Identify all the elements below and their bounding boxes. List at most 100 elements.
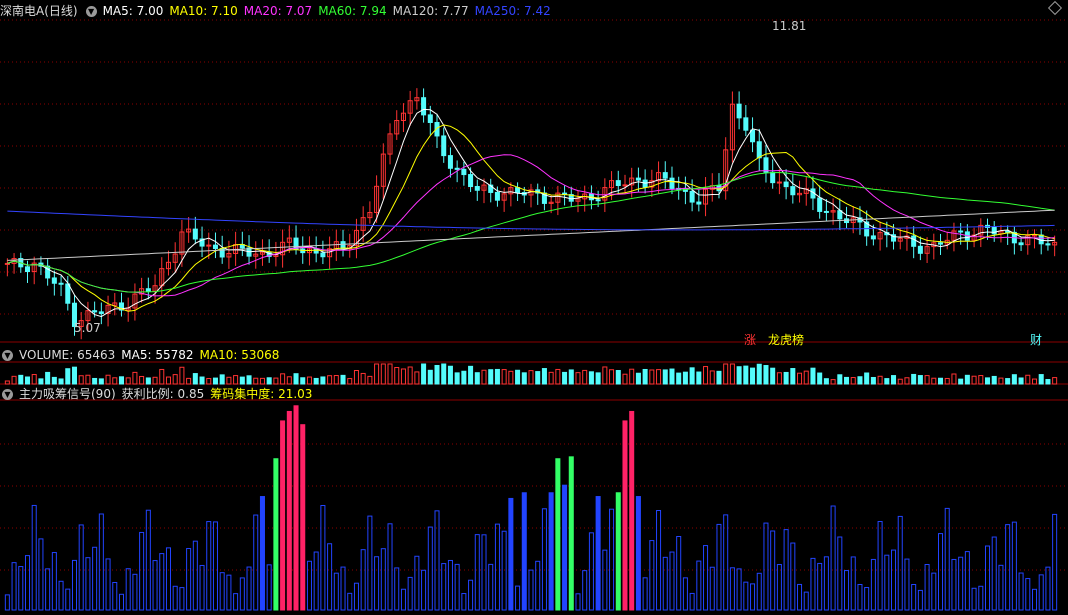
volume-bar [1052,377,1058,385]
volume-bar [333,375,339,385]
indicator-toggle-icon[interactable]: ▼ [2,389,13,400]
volume-bar [629,368,635,385]
volume-bar [468,365,474,385]
settings-toggle-icon[interactable]: ▼ [85,6,97,17]
candle-down [58,282,64,285]
volume-bar [562,371,568,385]
chart-canvas[interactable] [0,0,1068,615]
signal-bar [112,582,118,611]
volume-bar [139,375,145,385]
candle-down [65,283,71,304]
signal-bar [931,572,937,611]
indicator-title[interactable]: 主力吸筹信号(90) [19,387,116,401]
volume-bar [810,367,816,385]
volume-bar [253,377,259,385]
volume-bar [206,378,212,385]
signal-bar [729,567,735,611]
volume-bar [904,377,910,385]
volume-bar [635,372,641,385]
candle-down [212,244,218,249]
signal-bar [676,536,682,611]
signal-bar [71,559,78,611]
vol-ma10-label: MA10: 53068 [199,348,280,362]
volume-bar [11,375,17,385]
signal-bar [347,592,353,611]
volume-bar [145,377,151,385]
signal-bar-green [615,492,621,611]
candle-up [4,262,10,265]
volume-bar [696,371,702,385]
profit-ratio-label: 获利比例: 0.85 [121,387,205,401]
volume-bar [736,366,742,385]
signal-bar [266,564,272,611]
indicator-bars[interactable] [4,405,1058,611]
signal-bar [474,534,480,611]
volume-bars[interactable] [4,363,1058,385]
limit-up-tag[interactable]: 涨 [744,331,756,348]
signal-bar [152,560,158,611]
volume-bar [118,376,124,385]
stock-title[interactable]: 深南电A(日线) [0,4,78,18]
signal-bar [642,577,648,611]
volume-bar [944,377,950,385]
volume-bar [306,376,312,385]
volume-bar [891,375,897,385]
volume-bar [360,372,366,385]
signal-bar [944,507,950,611]
volume-bar [756,363,762,385]
volume-bar [367,375,373,385]
candle-down [750,129,756,143]
signal-bar [938,533,944,611]
signal-bar [488,563,494,611]
signal-bar [1011,521,1017,611]
signal-bar [588,532,594,611]
signal-bar [327,543,333,611]
volume-toggle-icon[interactable]: ▼ [2,350,13,361]
candle-down [615,180,621,186]
volume-bar [65,368,71,385]
dragon-tiger-tag[interactable]: 龙虎榜 [768,331,804,348]
signal-bar [649,540,655,611]
volume-bar [844,376,850,385]
signal-bar [199,564,205,611]
signal-bar [1052,513,1058,611]
candlestick-series[interactable] [4,88,1058,340]
signal-bar [837,536,843,611]
signal-bar-blue [595,496,601,611]
candle-down [24,266,31,273]
signal-bar [609,508,615,611]
candle-down [756,141,762,159]
signal-bar [186,548,192,611]
signal-bar-red [293,405,299,611]
volume-bar [521,372,527,385]
candle-down [192,228,198,240]
volume-bar [51,376,57,385]
volume-bar [615,370,621,385]
volume-bar [528,370,534,385]
volume-bar [776,372,782,385]
candle-down [427,114,433,123]
volume-bar [340,374,346,385]
volume-bar [226,376,232,385]
finance-tag[interactable]: 财 [1030,331,1042,348]
volume-bar [300,377,306,385]
volume-bar [380,363,386,385]
signal-bar [333,572,339,611]
volume-bar [481,369,487,385]
signal-bar [870,558,876,611]
signal-bar [172,585,178,611]
volume-bar [219,374,225,385]
price-panel-header: 深南电A(日线) ▼ MA5: 7.00 MA10: 7.10 MA20: 7.07 MA… [0,2,557,20]
signal-bar [830,505,836,611]
signal-bar-red [629,410,635,611]
signal-bar [917,589,923,611]
volume-bar [78,375,84,385]
ma250-line [7,210,1055,231]
candle-down [595,199,601,202]
volume-bar [783,371,789,385]
signal-bar-red [622,420,628,611]
volume-bar [165,376,171,385]
signal-bar [4,594,10,611]
stock-chart-window[interactable]: 深南电A(日线) ▼ MA5: 7.00 MA10: 7.10 MA20: 7.07 MA… [0,0,1068,615]
signal-bar [461,593,467,611]
